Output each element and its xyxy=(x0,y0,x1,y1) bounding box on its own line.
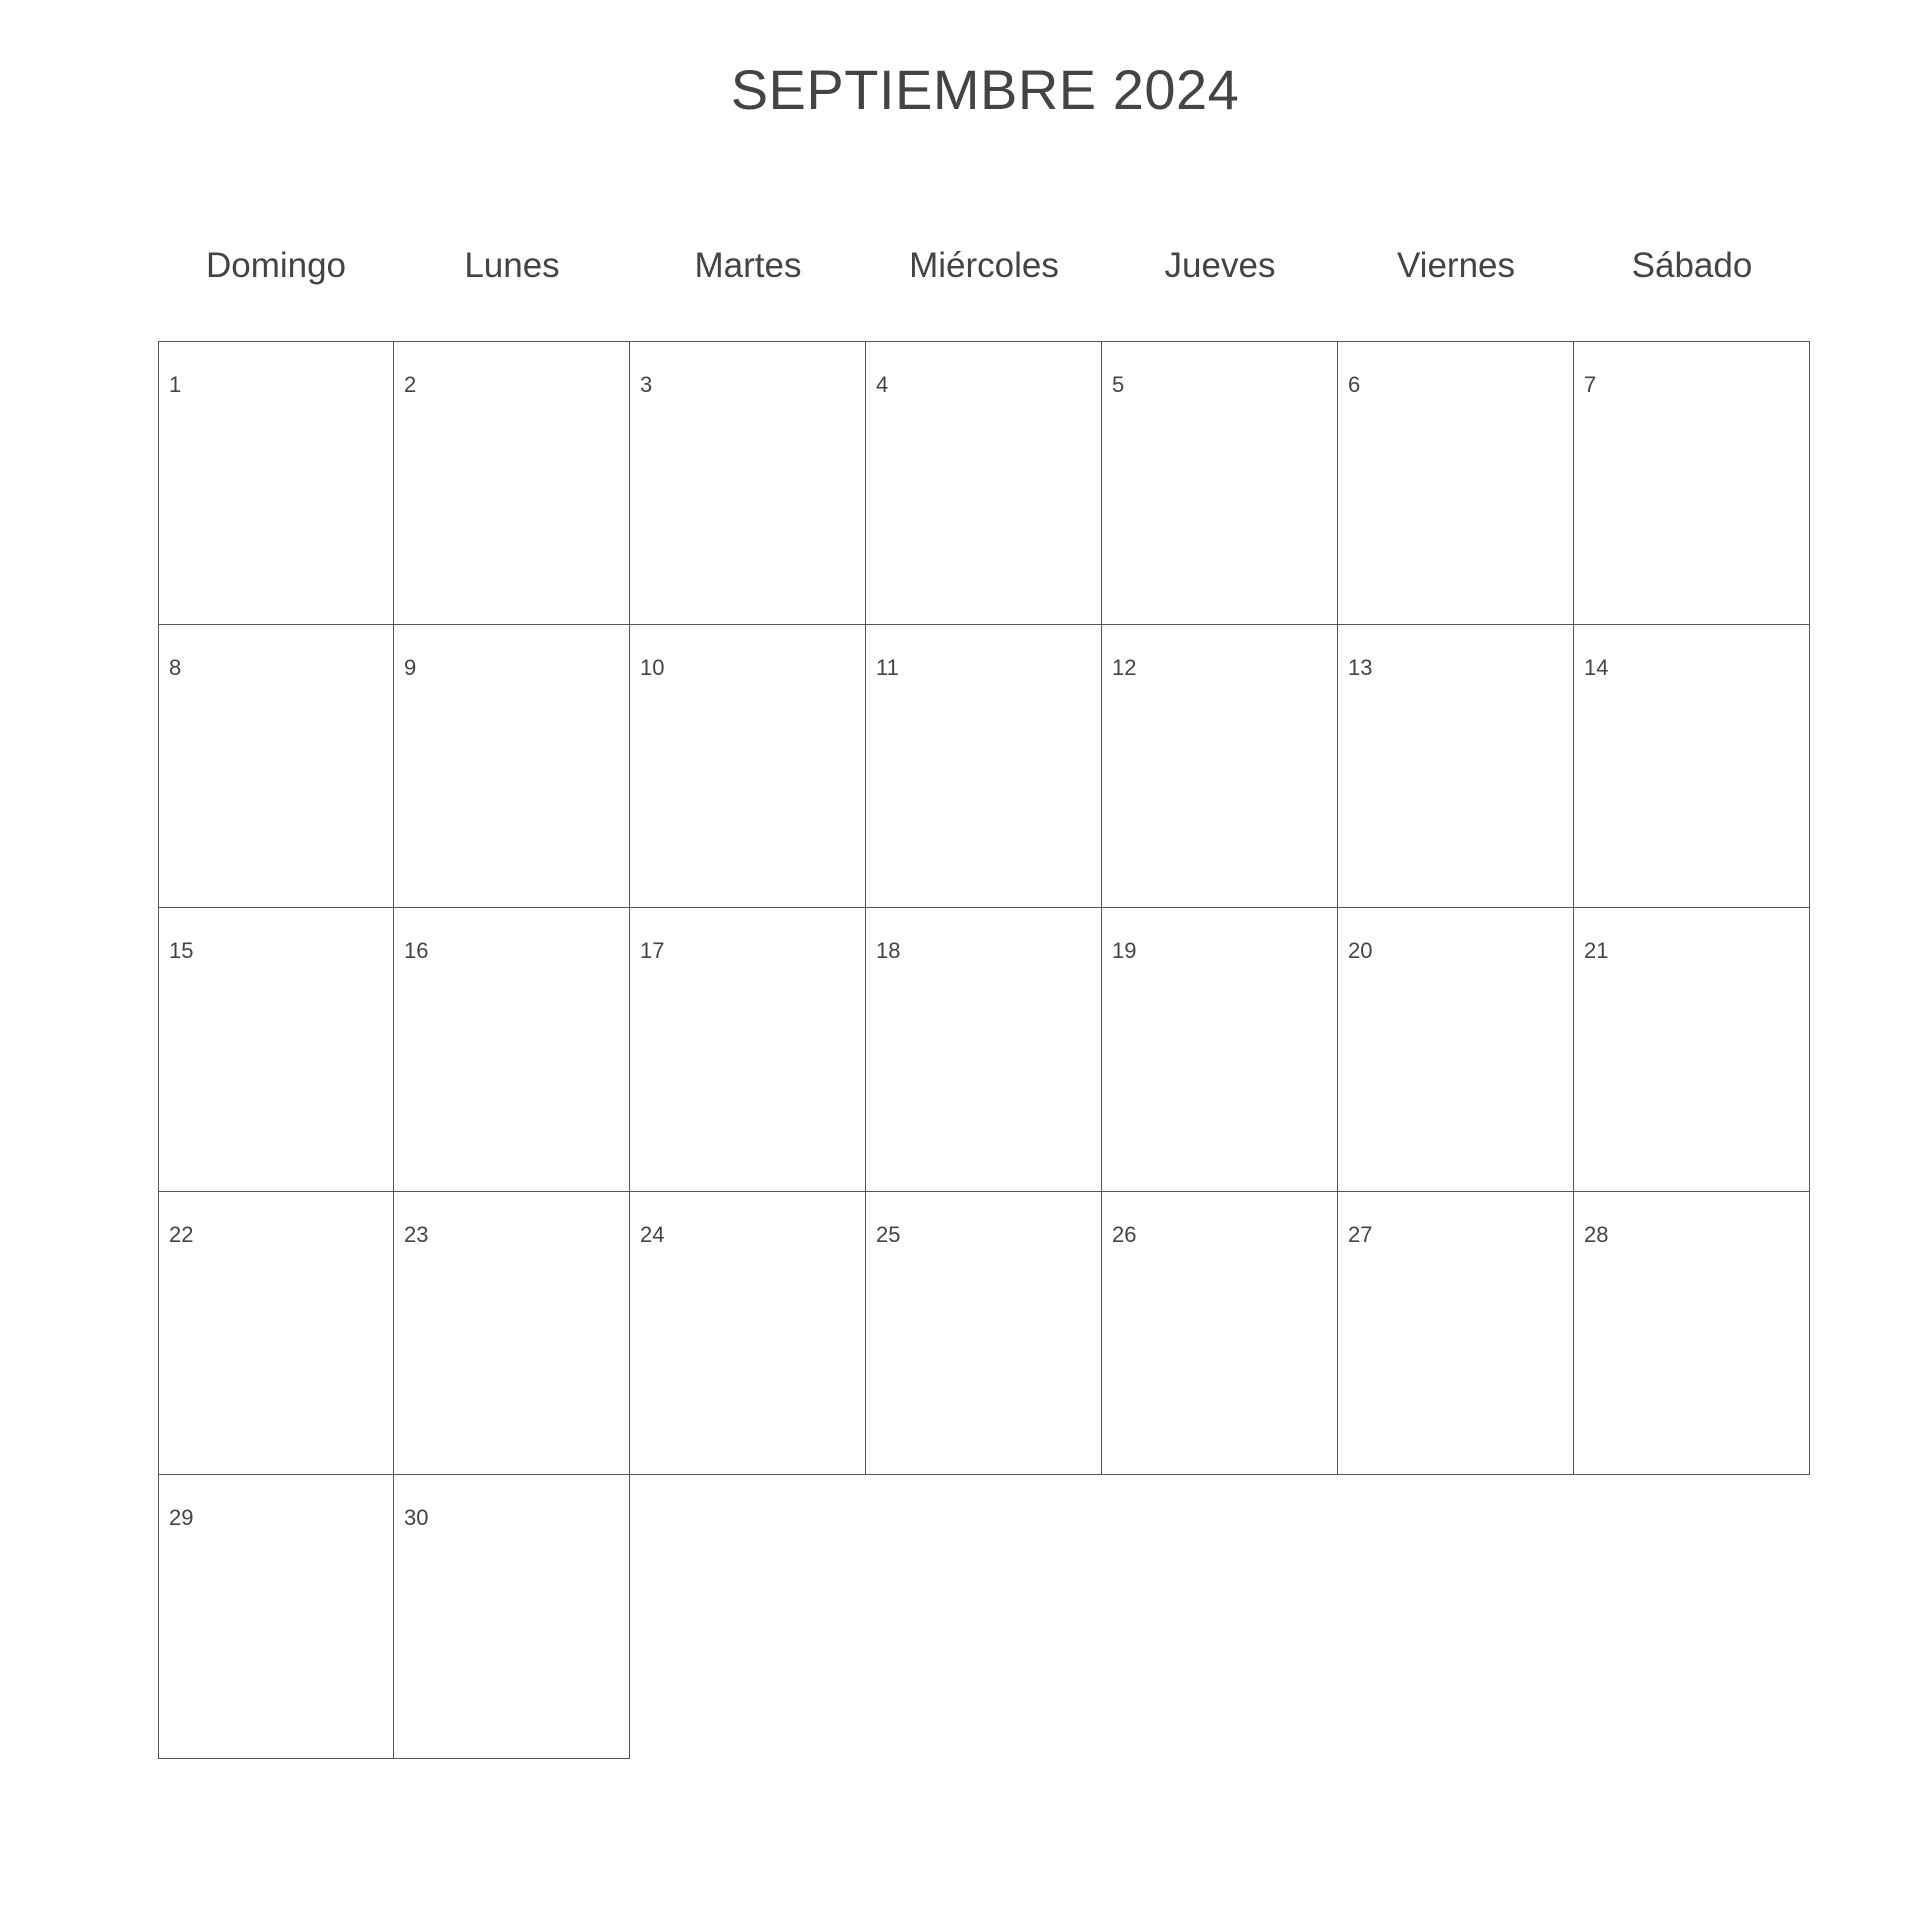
day-cell[interactable]: 24 xyxy=(630,1191,866,1475)
day-cell[interactable]: 14 xyxy=(1574,624,1810,908)
day-cell[interactable]: 1 xyxy=(158,341,394,625)
day-number: 17 xyxy=(640,938,665,963)
day-number: 23 xyxy=(404,1221,429,1247)
day-cell[interactable]: 5 xyxy=(1102,341,1338,625)
day-cell[interactable]: 9 xyxy=(394,624,630,908)
day-number: 20 xyxy=(1348,938,1373,963)
day-cell[interactable]: 19 xyxy=(1102,908,1338,1192)
day-number: 3 xyxy=(640,372,653,397)
day-number: 19 xyxy=(1112,938,1137,963)
day-cell[interactable]: 23 xyxy=(394,1191,630,1475)
day-number: 7 xyxy=(1584,372,1597,397)
day-number: 18 xyxy=(876,938,901,963)
day-cell[interactable]: 29 xyxy=(158,1475,394,1759)
day-cell[interactable]: 10 xyxy=(630,624,866,908)
day-number: 9 xyxy=(404,654,417,680)
day-cell[interactable]: 27 xyxy=(1338,1191,1574,1475)
day-number: 11 xyxy=(876,654,899,680)
calendar-day-grid: 1 2 3 4 5 6 7 8 9 10 11 12 13 14 15 16 17 18 19 20 21 22 23 24 2… xyxy=(158,341,1810,1759)
day-number: 8 xyxy=(169,654,182,680)
day-number: 1 xyxy=(169,372,182,397)
day-number: 22 xyxy=(169,1221,194,1247)
day-cell[interactable]: 13 xyxy=(1338,624,1574,908)
day-number: 25 xyxy=(876,1221,901,1247)
day-number: 28 xyxy=(1584,1221,1609,1247)
day-number: 12 xyxy=(1112,654,1137,680)
day-cell[interactable]: 21 xyxy=(1574,908,1810,1192)
day-cell[interactable]: 11 xyxy=(866,624,1102,908)
day-number: 13 xyxy=(1348,654,1373,680)
weekday-sunday: Domingo xyxy=(205,246,347,285)
day-cell[interactable]: 28 xyxy=(1574,1191,1810,1475)
day-cell[interactable]: 20 xyxy=(1338,908,1574,1192)
day-number: 6 xyxy=(1348,372,1361,397)
day-number: 30 xyxy=(404,1505,429,1530)
day-cell[interactable]: 16 xyxy=(394,908,630,1192)
day-number: 24 xyxy=(640,1221,665,1247)
weekday-header-row: Domingo Lunes Martes Miércoles Jueves Vi… xyxy=(158,248,1810,283)
day-cell[interactable]: 8 xyxy=(158,624,394,908)
day-number: 29 xyxy=(169,1505,194,1530)
day-number: 14 xyxy=(1584,654,1609,680)
day-cell[interactable]: 12 xyxy=(1102,624,1338,908)
calendar-title: SEPTIEMBRE 2024 xyxy=(730,58,1240,121)
day-number: 5 xyxy=(1112,372,1125,397)
day-cell[interactable]: 25 xyxy=(866,1191,1102,1475)
weekday-saturday: Sábado xyxy=(1631,246,1753,285)
day-cell[interactable]: 15 xyxy=(158,908,394,1192)
day-number: 4 xyxy=(876,372,889,397)
day-cell[interactable]: 2 xyxy=(394,341,630,625)
day-number: 16 xyxy=(404,938,429,963)
weekday-wednesday: Miércoles xyxy=(909,246,1059,285)
day-number: 21 xyxy=(1584,938,1609,963)
day-number: 26 xyxy=(1112,1221,1137,1247)
day-cell[interactable]: 22 xyxy=(158,1191,394,1475)
day-cell[interactable]: 26 xyxy=(1102,1191,1338,1475)
day-cell[interactable]: 18 xyxy=(866,908,1102,1192)
day-cell[interactable]: 17 xyxy=(630,908,866,1192)
day-cell[interactable]: 3 xyxy=(630,341,866,625)
weekday-friday: Viernes xyxy=(1396,246,1516,285)
day-number: 2 xyxy=(404,372,417,397)
day-cell[interactable]: 7 xyxy=(1574,341,1810,625)
weekday-monday: Lunes xyxy=(464,246,560,285)
day-number: 10 xyxy=(640,654,665,680)
day-cell[interactable]: 4 xyxy=(866,341,1102,625)
day-number: 15 xyxy=(169,938,194,963)
day-cell[interactable]: 30 xyxy=(394,1475,630,1759)
weekday-thursday: Jueves xyxy=(1164,246,1276,285)
day-cell[interactable]: 6 xyxy=(1338,341,1574,625)
day-number: 27 xyxy=(1348,1221,1373,1247)
weekday-tuesday: Martes xyxy=(694,246,802,285)
